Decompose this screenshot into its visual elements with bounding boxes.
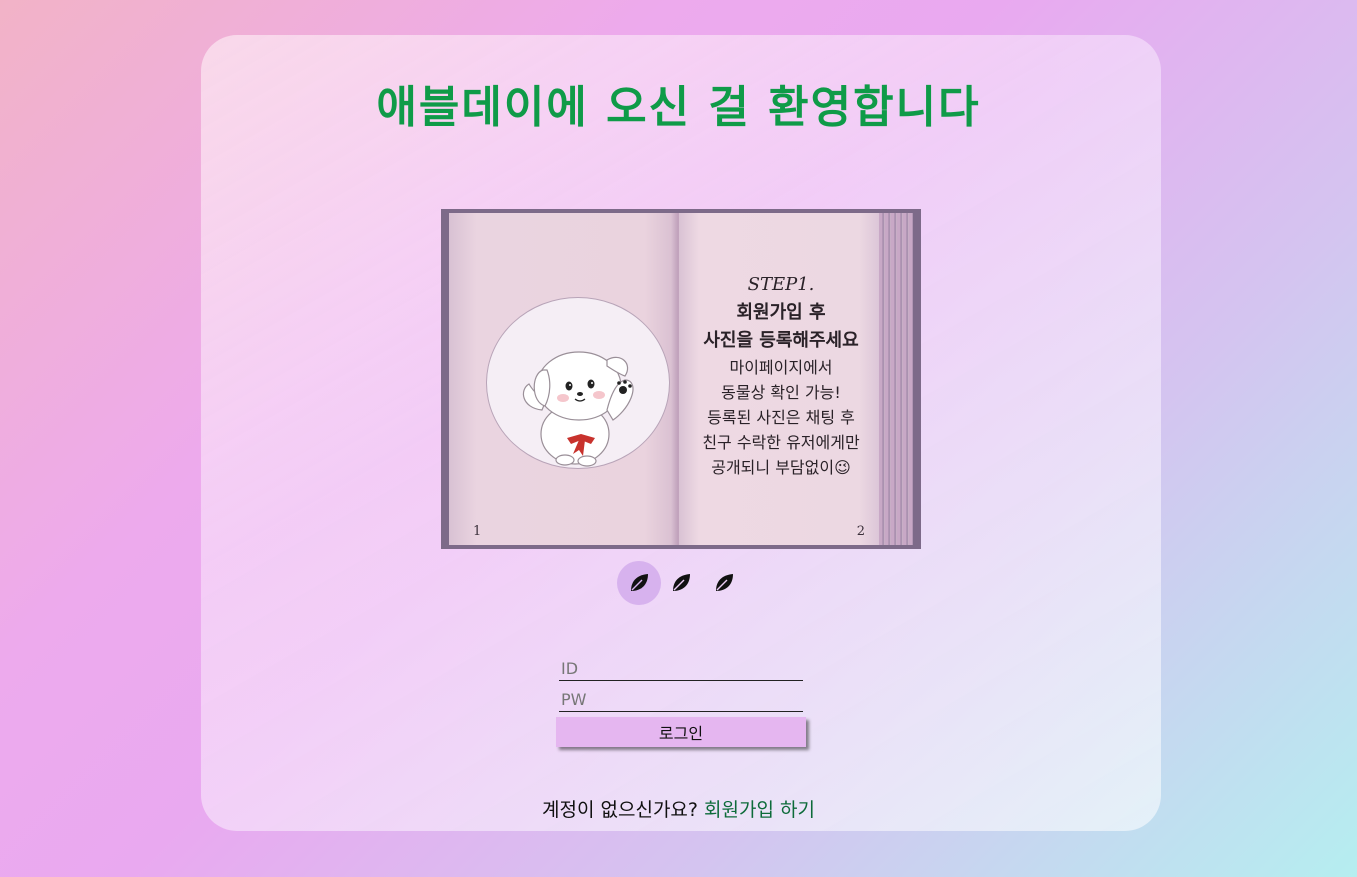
slide-heading-line2: 사진을 등록해주세요 bbox=[703, 330, 859, 351]
book-page-edges bbox=[879, 213, 913, 545]
slide-body-line: 마이페이지에서 bbox=[729, 358, 833, 377]
login-button[interactable]: 로그인 bbox=[556, 717, 806, 747]
leaf-icon bbox=[673, 574, 690, 591]
slide-step: STEP1. bbox=[747, 274, 815, 295]
password-input[interactable] bbox=[559, 684, 803, 712]
carousel-indicators bbox=[617, 561, 747, 605]
signup-prompt: 계정이 없으신가요? 회원가입 하기 bbox=[0, 795, 1357, 822]
tutorial-slide-image: 1 2 STEP1. 회원가입 후 사진을 등록해주세요 마이페이지에서 동물상… bbox=[441, 209, 921, 549]
leaf-icon bbox=[716, 574, 733, 591]
login-form: 로그인 bbox=[556, 653, 806, 747]
slide-heading-line1: 회원가입 후 bbox=[736, 302, 826, 323]
slide-body-line: 동물상 확인 가능! bbox=[721, 383, 841, 402]
slide-body-line: 등록된 사진은 채팅 후 bbox=[707, 408, 855, 427]
signup-prompt-text: 계정이 없으신가요? bbox=[542, 799, 698, 821]
slide-body-line: 친구 수락한 유저에게만 bbox=[702, 433, 860, 452]
signup-link[interactable]: 회원가입 하기 bbox=[704, 799, 815, 821]
slide-body-line: 공개되니 부담없이😉 bbox=[711, 458, 851, 477]
page-number-right: 2 bbox=[856, 524, 865, 539]
carousel-dot-3[interactable] bbox=[702, 561, 746, 605]
id-input[interactable] bbox=[559, 653, 803, 681]
leaf-icon bbox=[631, 574, 648, 591]
book-left-page: 1 bbox=[449, 213, 679, 545]
slide-text: STEP1. 회원가입 후 사진을 등록해주세요 마이페이지에서 동물상 확인 … bbox=[686, 271, 876, 480]
page-number-left: 1 bbox=[473, 524, 482, 539]
page-title: 애블데이에 오신 걸 환영합니다 bbox=[376, 82, 981, 133]
carousel-dot-1[interactable] bbox=[617, 561, 661, 605]
puppy-illustration bbox=[486, 297, 670, 469]
carousel-dot-2[interactable] bbox=[659, 561, 703, 605]
